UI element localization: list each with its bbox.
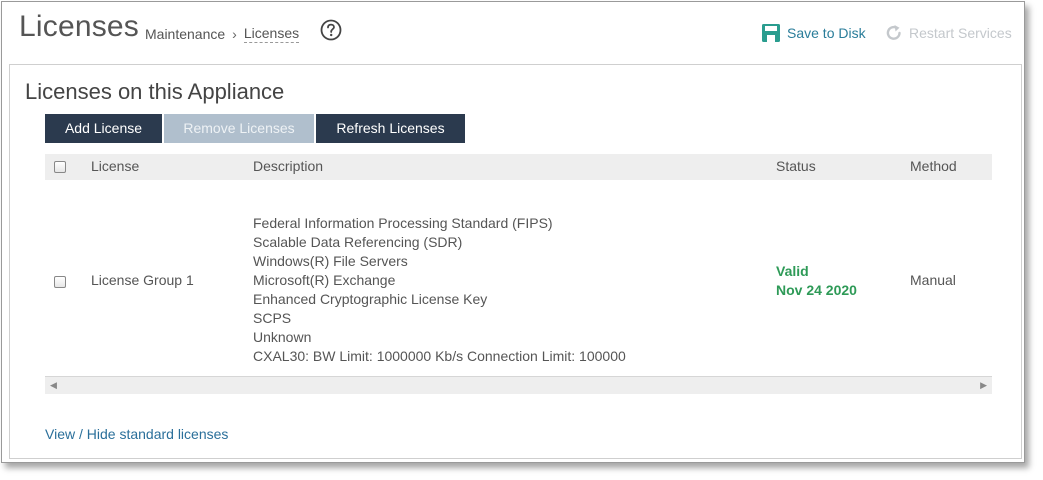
row-checkbox[interactable] (54, 276, 66, 288)
view-hide-standard-licenses-link[interactable]: View / Hide standard licenses (45, 426, 228, 442)
save-to-disk-label: Save to Disk (787, 25, 866, 41)
remove-licenses-button[interactable]: Remove Licenses (164, 114, 314, 143)
add-license-button[interactable]: Add License (45, 114, 162, 143)
description-line: Unknown (253, 329, 312, 345)
license-description: Federal Information Processing Standard … (253, 214, 626, 366)
scroll-right-icon[interactable]: ▶ (980, 380, 987, 391)
description-line: Federal Information Processing Standard … (253, 215, 553, 231)
restart-services-label: Restart Services (909, 25, 1012, 41)
window: Licenses Maintenance › Licenses Save to … (1, 1, 1025, 463)
license-name: License Group 1 (91, 272, 194, 288)
breadcrumb-separator: › (232, 26, 237, 42)
licenses-panel: Licenses on this Appliance Add License R… (9, 64, 1022, 459)
table-row[interactable]: License Group 1 Federal Information Proc… (45, 180, 992, 376)
page-title: Licenses (19, 10, 140, 43)
description-line: Microsoft(R) Exchange (253, 272, 396, 288)
column-header-method[interactable]: Method (910, 158, 957, 174)
status-date: Nov 24 2020 (776, 282, 857, 298)
description-line: Enhanced Cryptographic License Key (253, 291, 488, 307)
save-to-disk-button[interactable]: Save to Disk (761, 23, 866, 43)
column-header-license[interactable]: License (91, 158, 139, 174)
table-header: License Description Status Method (45, 154, 992, 180)
select-all-checkbox[interactable] (54, 161, 66, 173)
breadcrumb-maintenance[interactable]: Maintenance (145, 26, 225, 42)
restart-services-button[interactable]: Restart Services (884, 23, 1012, 43)
panel-title: Licenses on this Appliance (25, 79, 285, 104)
description-line: CXAL30: BW Limit: 1000000 Kb/s Connectio… (253, 348, 626, 364)
license-toolbar: Add License Remove Licenses Refresh Lice… (45, 114, 467, 143)
refresh-licenses-button[interactable]: Refresh Licenses (316, 114, 465, 143)
horizontal-scrollbar[interactable]: ◀ ▶ (45, 376, 992, 394)
licenses-table: License Description Status Method Licens… (45, 154, 992, 394)
license-method: Manual (910, 272, 956, 288)
page-header: Licenses Maintenance › Licenses Save to … (2, 2, 1024, 60)
breadcrumb: Maintenance › Licenses (145, 25, 300, 43)
license-status: Valid Nov 24 2020 (776, 262, 857, 300)
description-line: SCPS (253, 310, 292, 326)
breadcrumb-licenses[interactable]: Licenses (243, 25, 300, 43)
restart-icon (886, 25, 901, 40)
scroll-left-icon[interactable]: ◀ (50, 380, 57, 391)
description-line: Windows(R) File Servers (253, 253, 408, 269)
description-line: Scalable Data Referencing (SDR) (253, 234, 463, 250)
save-icon (762, 24, 780, 42)
status-text: Valid (776, 263, 809, 279)
column-header-description[interactable]: Description (253, 158, 323, 174)
column-header-status[interactable]: Status (776, 158, 816, 174)
help-icon[interactable] (320, 19, 342, 41)
